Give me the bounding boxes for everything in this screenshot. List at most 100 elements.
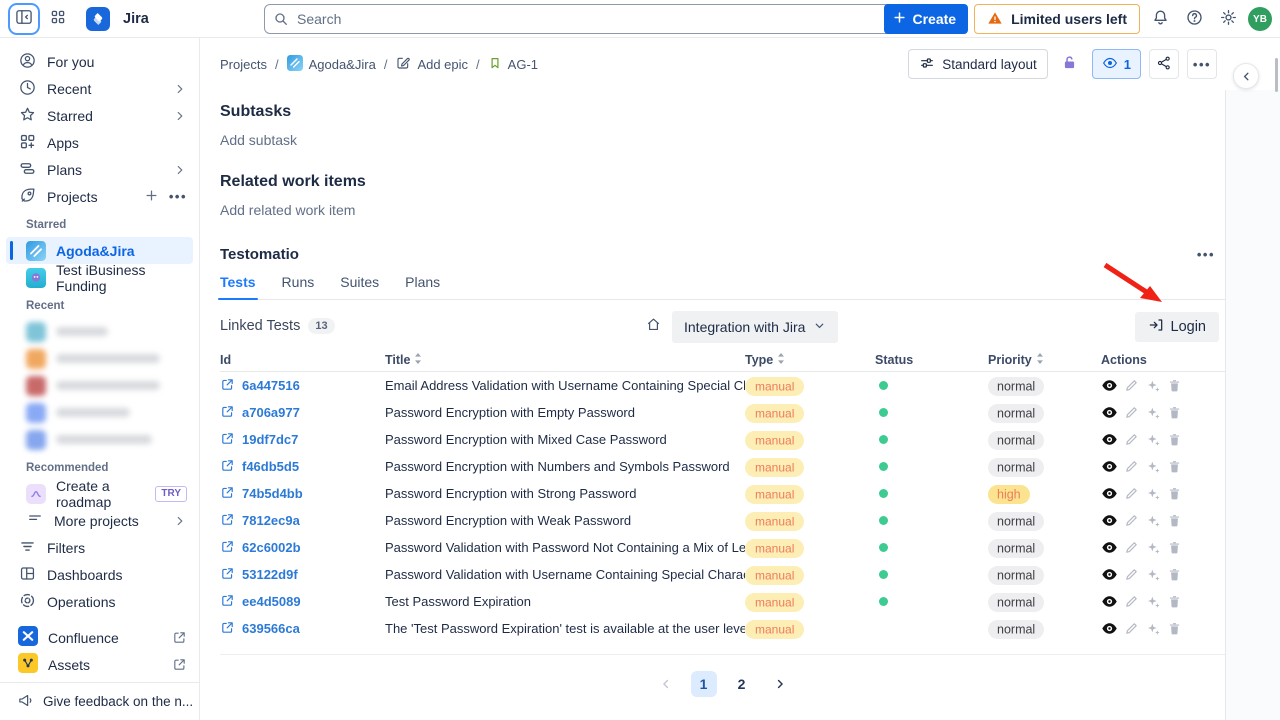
page-2-button[interactable]: 2 [729, 671, 755, 697]
ai-generate-icon[interactable] [1145, 567, 1161, 583]
recent-project-blurred[interactable] [0, 426, 199, 453]
settings-button[interactable] [1214, 5, 1242, 33]
breadcrumb-project[interactable]: Agoda&Jira [287, 55, 376, 74]
view-test-icon[interactable] [1101, 620, 1118, 637]
home-icon[interactable] [645, 316, 662, 338]
ai-generate-icon[interactable] [1145, 459, 1161, 475]
column-header-type[interactable]: Type [745, 353, 875, 367]
search-input[interactable] [264, 4, 920, 34]
test-id-link[interactable]: 62c6002b [242, 540, 301, 555]
ai-generate-icon[interactable] [1145, 621, 1161, 637]
app-switcher-button[interactable] [44, 5, 72, 33]
test-id-link[interactable]: ee4d5089 [242, 594, 301, 609]
sidebar-item-create-roadmap[interactable]: Create a roadmap TRY [0, 480, 199, 507]
give-feedback-button[interactable]: Give feedback on the n... [0, 682, 199, 720]
recent-project-blurred[interactable] [0, 399, 199, 426]
edit-test-icon[interactable] [1124, 540, 1139, 555]
column-header-id[interactable]: Id [220, 353, 385, 367]
test-id-link[interactable]: a706a977 [242, 405, 300, 420]
add-related-work-item-button[interactable]: Add related work item [220, 202, 1225, 218]
edit-test-icon[interactable] [1124, 459, 1139, 474]
next-page-button[interactable] [767, 671, 793, 697]
test-id-link[interactable]: 6a447516 [242, 378, 300, 393]
collapse-panel-button[interactable] [1233, 63, 1259, 89]
sidebar-item-assets[interactable]: Assets [0, 651, 199, 678]
delete-test-icon[interactable] [1167, 540, 1182, 555]
projects-more-icon[interactable]: ••• [169, 189, 187, 204]
delete-test-icon[interactable] [1167, 513, 1182, 528]
sidebar-item-more-projects[interactable]: More projects [0, 507, 199, 534]
column-header-status[interactable]: Status [875, 353, 988, 367]
add-subtask-button[interactable]: Add subtask [220, 132, 1225, 148]
sidebar-item-filters[interactable]: Filters [0, 534, 199, 561]
edit-test-icon[interactable] [1124, 432, 1139, 447]
sidebar-item-apps[interactable]: Apps [0, 129, 199, 156]
ai-generate-icon[interactable] [1145, 405, 1161, 421]
ai-generate-icon[interactable] [1145, 540, 1161, 556]
layout-button[interactable]: Standard layout [908, 49, 1048, 79]
test-id-link[interactable]: 53122d9f [242, 567, 298, 582]
scrollbar-thumb[interactable] [1275, 58, 1278, 92]
sidebar-toggle-button[interactable] [10, 5, 38, 33]
delete-test-icon[interactable] [1167, 486, 1182, 501]
view-test-icon[interactable] [1101, 512, 1118, 529]
page-1-button[interactable]: 1 [691, 671, 717, 697]
prev-page-button[interactable] [653, 671, 679, 697]
test-id-link[interactable]: 7812ec9a [242, 513, 300, 528]
create-button[interactable]: Create [884, 4, 968, 34]
unlock-button[interactable] [1056, 50, 1084, 78]
edit-test-icon[interactable] [1124, 486, 1139, 501]
view-test-icon[interactable] [1101, 539, 1118, 556]
add-project-icon[interactable] [144, 188, 159, 206]
project-dropdown[interactable]: Integration with Jira [672, 311, 838, 343]
ai-generate-icon[interactable] [1145, 432, 1161, 448]
sidebar-project-agoda-jira[interactable]: Agoda&Jira [6, 237, 193, 264]
avatar[interactable]: YB [1248, 7, 1272, 31]
tab-plans[interactable]: Plans [405, 274, 440, 299]
view-test-icon[interactable] [1101, 404, 1118, 421]
jira-logo-icon[interactable] [86, 7, 110, 31]
breadcrumb-add-epic[interactable]: Add epic [395, 55, 468, 74]
edit-test-icon[interactable] [1124, 594, 1139, 609]
sidebar-item-recent[interactable]: Recent [0, 75, 199, 102]
delete-test-icon[interactable] [1167, 459, 1182, 474]
delete-test-icon[interactable] [1167, 621, 1182, 636]
column-header-title[interactable]: Title [385, 353, 745, 367]
recent-project-blurred[interactable] [0, 372, 199, 399]
login-button[interactable]: Login [1135, 312, 1219, 342]
ai-generate-icon[interactable] [1145, 513, 1161, 529]
tab-suites[interactable]: Suites [340, 274, 379, 299]
recent-project-blurred[interactable] [0, 318, 199, 345]
edit-test-icon[interactable] [1124, 567, 1139, 582]
delete-test-icon[interactable] [1167, 567, 1182, 582]
test-id-link[interactable]: 19df7dc7 [242, 432, 298, 447]
edit-test-icon[interactable] [1124, 405, 1139, 420]
ai-generate-icon[interactable] [1145, 486, 1161, 502]
tab-runs[interactable]: Runs [282, 274, 315, 299]
breadcrumb-issue[interactable]: AG-1 [488, 56, 538, 73]
help-button[interactable] [1180, 5, 1208, 33]
delete-test-icon[interactable] [1167, 594, 1182, 609]
edit-test-icon[interactable] [1124, 621, 1139, 636]
sidebar-item-dashboards[interactable]: Dashboards [0, 561, 199, 588]
breadcrumb-projects[interactable]: Projects [220, 57, 267, 72]
more-actions-button[interactable]: ••• [1187, 49, 1217, 79]
sidebar-item-plans[interactable]: Plans [0, 156, 199, 183]
sidebar-item-starred[interactable]: Starred [0, 102, 199, 129]
view-test-icon[interactable] [1101, 377, 1118, 394]
delete-test-icon[interactable] [1167, 432, 1182, 447]
sidebar-item-for-you[interactable]: For you [0, 48, 199, 75]
edit-test-icon[interactable] [1124, 513, 1139, 528]
view-test-icon[interactable] [1101, 485, 1118, 502]
view-test-icon[interactable] [1101, 566, 1118, 583]
sidebar-item-operations[interactable]: Operations [0, 588, 199, 615]
view-test-icon[interactable] [1101, 431, 1118, 448]
notifications-button[interactable] [1146, 5, 1174, 33]
test-id-link[interactable]: 74b5d4bb [242, 486, 303, 501]
ai-generate-icon[interactable] [1145, 378, 1161, 394]
watchers-button[interactable]: 1 [1092, 49, 1141, 79]
delete-test-icon[interactable] [1167, 378, 1182, 393]
testomatio-more-icon[interactable]: ••• [1197, 247, 1215, 262]
recent-project-blurred[interactable] [0, 345, 199, 372]
view-test-icon[interactable] [1101, 458, 1118, 475]
